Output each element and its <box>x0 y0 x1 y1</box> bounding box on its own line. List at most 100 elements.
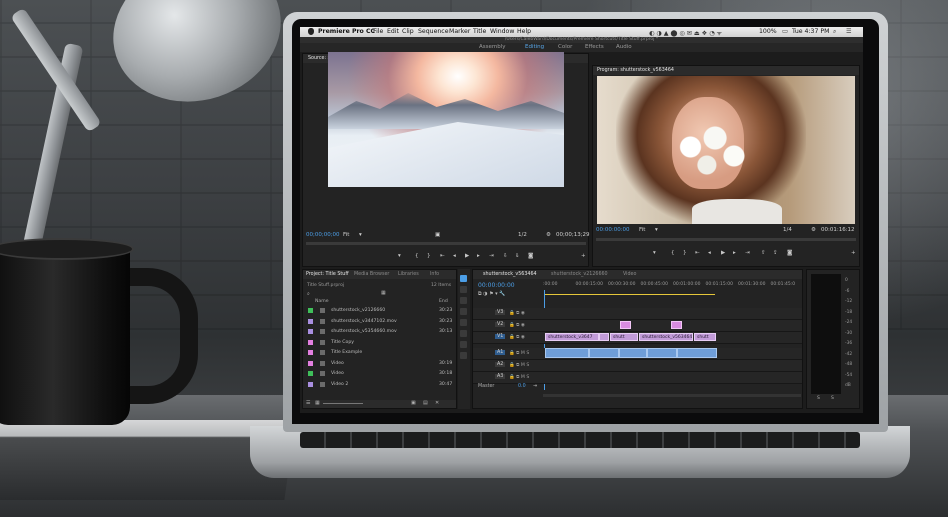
work-area-bar[interactable] <box>545 294 715 295</box>
mark-in-bracket-button[interactable]: { <box>415 253 419 259</box>
menu-window[interactable]: Window <box>490 28 514 35</box>
menu-clip[interactable]: Clip <box>402 28 414 35</box>
video-clip[interactable]: shutt <box>610 333 638 341</box>
source-safe-margins-icon[interactable]: ▣ <box>435 232 440 238</box>
time-ruler[interactable]: :00:00 00:00:15:00 00:00:30:00 00:00:45:00 0… <box>543 282 801 292</box>
timeline-timecode[interactable]: 00:00:00:00 <box>478 282 515 289</box>
menu-sequence[interactable]: Sequence <box>418 28 449 35</box>
overwrite-button[interactable]: ⇓ <box>515 253 520 259</box>
workspace-tab-color[interactable]: Color <box>558 44 572 50</box>
tab-sequence-1[interactable]: shutterstock_v563464 <box>483 272 537 277</box>
export-frame-button[interactable]: ◙ <box>528 253 533 259</box>
project-item[interactable]: shutterstock_v3447102.mov 30:23 <box>305 318 453 326</box>
track-select-tool-icon[interactable] <box>460 286 467 293</box>
tab-program[interactable]: Program: shutterstock_v563464 <box>597 68 674 73</box>
add-button[interactable]: + <box>581 253 586 259</box>
menu-help[interactable]: Help <box>517 28 531 35</box>
audio-clip[interactable] <box>619 348 647 358</box>
go-to-end-icon[interactable]: ⇥ <box>533 384 537 389</box>
audio-clip[interactable] <box>677 348 717 358</box>
mark-out-bracket-button[interactable]: } <box>683 250 687 256</box>
export-frame-button[interactable]: ◙ <box>787 250 792 256</box>
ripple-edit-tool-icon[interactable] <box>460 297 467 304</box>
step-forward-button[interactable]: ▸ <box>477 253 480 259</box>
new-item-button[interactable]: ▤ <box>423 400 428 406</box>
play-button[interactable]: ▶ <box>465 253 469 259</box>
column-end[interactable]: End <box>439 299 448 304</box>
search-icon[interactable]: ⌕ <box>833 28 836 36</box>
zoom-slider[interactable] <box>323 403 363 404</box>
video-clip[interactable]: shutterstock_v563464 <box>639 333 693 341</box>
tab-project[interactable]: Project: Title Stuff <box>306 272 349 277</box>
menu-edit[interactable]: Edit <box>387 28 399 35</box>
track-toggle-icons[interactable]: 🔒 ⧉ M S <box>509 350 529 356</box>
track-label[interactable]: V1 <box>495 334 506 339</box>
icon-view-icon[interactable]: ▦ <box>315 400 320 406</box>
program-scale-select[interactable]: 1/4 <box>783 227 792 233</box>
tab-media-browser[interactable]: Media Browser <box>354 272 389 277</box>
label-color-swatch[interactable] <box>308 360 313 366</box>
wrench-icon[interactable]: ⚙ <box>811 227 816 233</box>
step-forward-button[interactable]: ▸ <box>733 250 736 256</box>
hand-tool-icon[interactable] <box>460 341 467 348</box>
track-label[interactable]: A3 <box>495 374 506 379</box>
go-to-out-button[interactable]: ⇥ <box>489 253 494 259</box>
mark-out-bracket-button[interactable]: } <box>427 253 431 259</box>
project-item[interactable]: Video 2 30:47 <box>305 381 453 389</box>
source-fit-select[interactable]: Fit <box>343 232 349 238</box>
tab-sequence-3[interactable]: Video <box>623 272 636 277</box>
workspace-tab-assembly[interactable]: Assembly <box>479 44 506 50</box>
solo-left[interactable]: S <box>817 396 820 401</box>
video-clip[interactable]: shutt <box>694 333 716 341</box>
column-name[interactable]: Name <box>315 299 329 304</box>
workspace-tab-editing[interactable]: Editing <box>525 44 544 50</box>
track-toggle-icons[interactable]: 🔒 ⧉ M S <box>509 374 529 380</box>
source-timecode-in[interactable]: 00;00;00;00 <box>306 232 340 238</box>
slip-tool-icon[interactable] <box>460 319 467 326</box>
mark-in-button[interactable]: ▾ <box>398 253 401 259</box>
list-view-icon[interactable]: ☰ <box>306 400 310 406</box>
workspace-tab-audio[interactable]: Audio <box>616 44 632 50</box>
menu-file[interactable]: File <box>373 28 383 35</box>
program-scrubber[interactable] <box>596 238 856 241</box>
label-color-swatch[interactable] <box>308 339 313 345</box>
pen-tool-icon[interactable] <box>460 330 467 337</box>
insert-button[interactable]: ⇩ <box>503 253 508 259</box>
track-label[interactable]: V2 <box>495 322 506 327</box>
program-fit-select[interactable]: Fit <box>639 227 645 233</box>
tab-libraries[interactable]: Libraries <box>398 272 419 277</box>
step-back-button[interactable]: ◂ <box>708 250 711 256</box>
workspace-tab-effects[interactable]: Effects <box>585 44 604 50</box>
chevron-down-icon[interactable]: ▾ <box>655 227 658 233</box>
label-color-swatch[interactable] <box>308 308 313 313</box>
video-clip[interactable]: shutterstock_v3647 <box>545 333 599 341</box>
track-label[interactable]: A1 <box>495 350 506 355</box>
add-button[interactable]: + <box>851 250 856 256</box>
go-to-out-button[interactable]: ⇥ <box>745 250 750 256</box>
apple-icon[interactable] <box>308 28 314 35</box>
mark-in-button[interactable]: ▾ <box>653 250 656 256</box>
new-bin-icon[interactable]: ▦ <box>381 290 386 296</box>
timeline-scrollbar[interactable] <box>543 394 801 397</box>
project-item[interactable]: Title Copy <box>305 339 453 347</box>
search-icon[interactable]: ⌕ <box>307 291 310 297</box>
title-clip[interactable] <box>620 321 631 329</box>
label-color-swatch[interactable] <box>308 381 313 387</box>
menu-marker[interactable]: Marker <box>449 28 470 35</box>
timeline-track[interactable]: V2 🔒 ⧉ ◉ <box>473 320 802 332</box>
source-scrubber[interactable] <box>306 242 586 245</box>
track-toggle-icons[interactable]: 🔒 ⧉ ◉ <box>509 334 525 340</box>
track-label[interactable]: V3 <box>495 310 506 315</box>
app-menu[interactable]: Premiere Pro CC <box>318 28 375 35</box>
chevron-down-icon[interactable]: ▾ <box>359 232 362 238</box>
tab-info[interactable]: Info <box>430 272 439 277</box>
timeline-track[interactable]: A2 🔒 ⧉ M S <box>473 360 802 372</box>
razor-tool-icon[interactable] <box>460 308 467 315</box>
source-scale-select[interactable]: 1/2 <box>518 232 527 238</box>
zoom-tool-icon[interactable] <box>460 352 467 359</box>
label-color-swatch[interactable] <box>308 329 313 334</box>
tab-sequence-2[interactable]: shutterstock_v2126660 <box>551 272 608 277</box>
project-item[interactable]: Video 30:19 <box>305 360 453 368</box>
selection-tool-icon[interactable] <box>460 275 467 282</box>
extract-button[interactable]: ⇪ <box>773 250 778 256</box>
